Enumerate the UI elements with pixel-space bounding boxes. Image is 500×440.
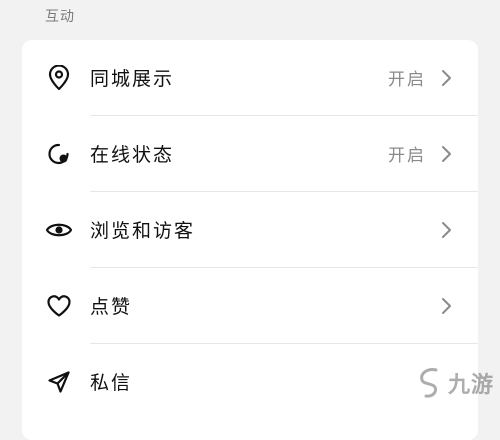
chevron-right-icon <box>442 221 451 238</box>
row-online-status[interactable]: 在线状态 开启 <box>22 116 478 191</box>
location-pin-icon <box>45 64 73 92</box>
send-icon <box>45 368 73 396</box>
row-label: 点赞 <box>90 296 133 318</box>
row-nearby-display[interactable]: 同城展示 开启 <box>22 40 478 115</box>
online-status-icon <box>45 140 73 168</box>
watermark-icon <box>420 368 438 398</box>
chevron-right-icon <box>442 145 451 162</box>
row-label: 浏览和访客 <box>90 220 196 242</box>
chevron-right-icon <box>442 69 451 86</box>
row-likes[interactable]: 点赞 <box>22 268 478 343</box>
heart-icon <box>45 292 73 320</box>
row-label: 私信 <box>90 372 133 394</box>
section-title: 互动 <box>45 9 75 25</box>
watermark-logo: 九游 <box>374 359 494 407</box>
chevron-right-icon <box>442 297 451 314</box>
watermark-text: 九游 <box>447 373 494 398</box>
row-label: 在线状态 <box>90 144 175 166</box>
row-views-and-visitors[interactable]: 浏览和访客 <box>22 192 478 267</box>
row-value: 开启 <box>388 146 426 166</box>
row-value: 开启 <box>388 70 426 90</box>
eye-icon <box>45 216 73 244</box>
row-label: 同城展示 <box>90 68 175 90</box>
